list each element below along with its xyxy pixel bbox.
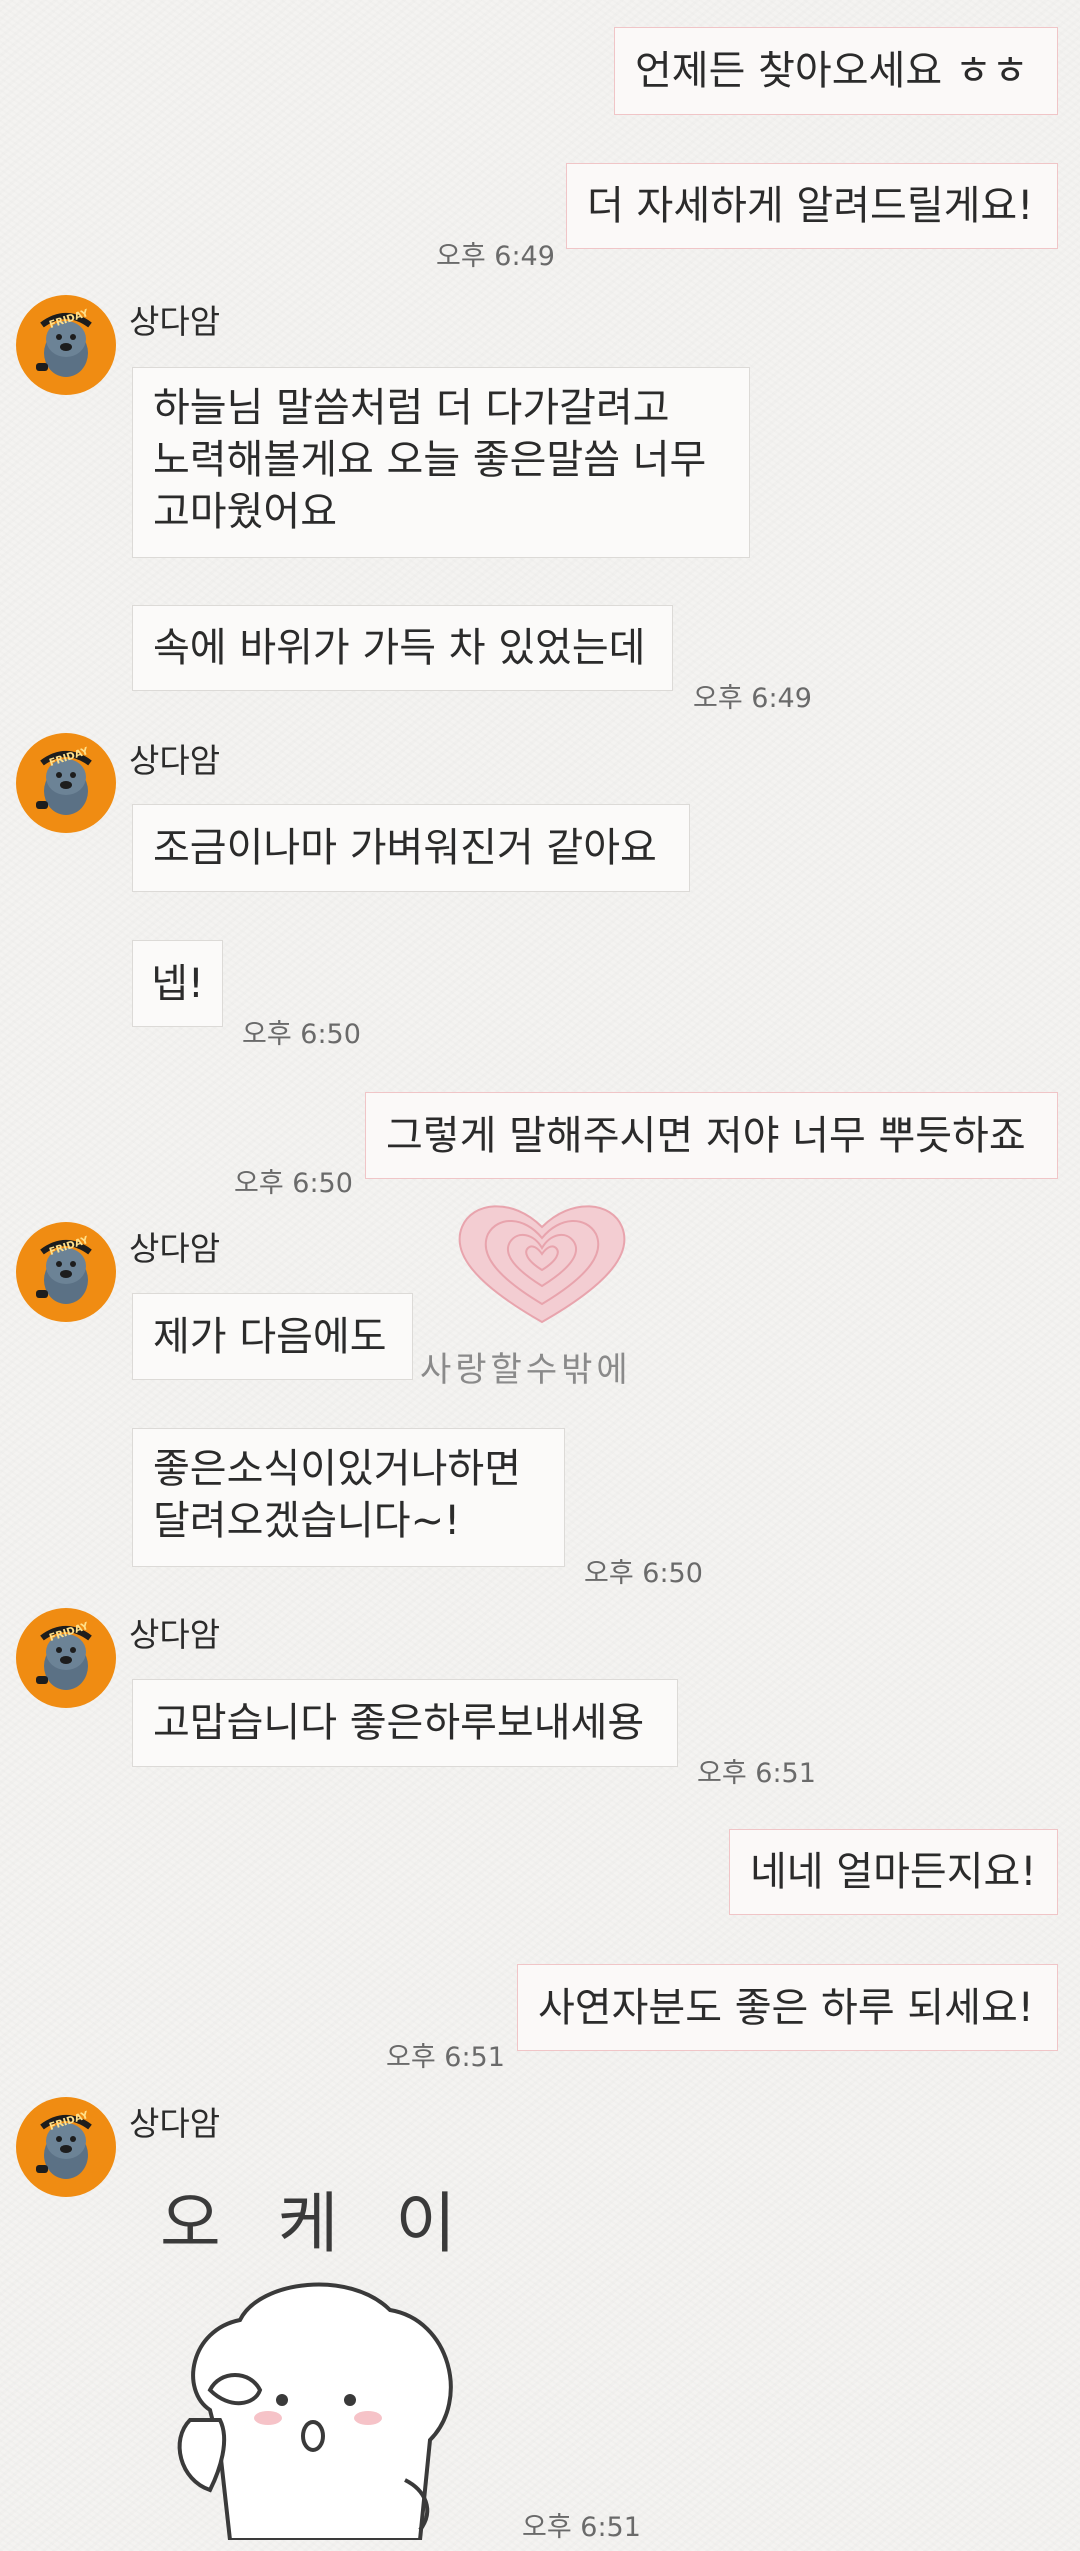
avatar[interactable]: FRIDAY	[16, 733, 116, 833]
message-text: 사연자분도 좋은 하루 되세요!	[538, 1984, 1034, 2031]
message-text: 달려오겠습니다~!	[153, 1498, 461, 1544]
timestamp: 오후 6:51	[522, 2512, 641, 2543]
okay-sticker[interactable]: 오 케 이	[150, 2160, 500, 2540]
sender-name: 상다암	[129, 2104, 221, 2143]
received-message-bubble[interactable]: 넵!	[132, 940, 223, 1027]
received-message-bubble[interactable]: 고맙습니다 좋은하루보내세용	[132, 1679, 678, 1767]
message-text: 그렇게 말해주시면 저야 너무 뿌듯하죠	[386, 1112, 1026, 1159]
friday-character-icon: FRIDAY	[36, 308, 92, 377]
sender-name: 상다암	[129, 1229, 221, 1268]
stamp-text: 사랑할수밖에	[420, 1350, 632, 1390]
sender-name: 상다암	[129, 302, 221, 341]
timestamp: 오후 6:49	[436, 241, 555, 272]
timestamp: 오후 6:50	[242, 1019, 361, 1050]
friday-character-icon: FRIDAY	[36, 2110, 92, 2179]
received-message-bubble[interactable]: 속에 바위가 가득 차 있었는데	[132, 605, 673, 691]
puppy-character-icon	[177, 2282, 453, 2540]
message-text: 언제든 찾아오세요 ㅎㅎ	[635, 48, 1029, 94]
message-text: 네네 얼마든지요!	[750, 1849, 1037, 1895]
avatar[interactable]: FRIDAY	[16, 1608, 116, 1708]
timestamp: 오후 6:49	[693, 683, 812, 714]
message-text: 좋은소식이있거나하면	[153, 1446, 521, 1492]
received-message-bubble[interactable]: 조금이나마 가벼워진거 같아요	[132, 804, 690, 892]
friday-character-icon: FRIDAY	[36, 1235, 92, 1304]
message-text: 하늘님 말씀처럼 더 다가갈려고	[153, 385, 670, 431]
my-message-bubble[interactable]: 사연자분도 좋은 하루 되세요!	[517, 1964, 1058, 2051]
my-message-bubble[interactable]: 언제든 찾아오세요 ㅎㅎ	[614, 27, 1058, 115]
timestamp: 오후 6:50	[584, 1558, 703, 1589]
timestamp: 오후 6:50	[234, 1168, 353, 1199]
message-text: 노력해볼게요 오늘 좋은말씀 너무	[153, 437, 707, 483]
sender-name: 상다암	[129, 741, 221, 780]
received-message-bubble[interactable]: 좋은소식이있거나하면 달려오겠습니다~!	[132, 1428, 565, 1567]
message-text: 고맙습니다 좋은하루보내세용	[153, 1700, 645, 1746]
received-message-bubble[interactable]: 하늘님 말씀처럼 더 다가갈려고 노력해볼게요 오늘 좋은말씀 너무 고마웠어요	[132, 367, 750, 558]
message-text: 고마웠어요	[153, 489, 337, 535]
message-text: 제가 다음에도	[153, 1313, 387, 1360]
timestamp: 오후 6:51	[386, 2042, 505, 2073]
message-text: 조금이나마 가벼워진거 같아요	[153, 825, 657, 871]
message-text: 더 자세하게 알려드릴게요!	[587, 183, 1034, 229]
heart-fingerprint-stamp: 사랑할수밖에	[412, 1192, 672, 1397]
received-message-bubble[interactable]: 제가 다음에도	[132, 1293, 413, 1380]
heart-icon	[458, 1205, 626, 1324]
avatar[interactable]: FRIDAY	[16, 295, 116, 395]
friday-character-icon: FRIDAY	[36, 746, 92, 815]
my-message-bubble[interactable]: 그렇게 말해주시면 저야 너무 뿌듯하죠	[365, 1092, 1058, 1179]
my-message-bubble[interactable]: 네네 얼마든지요!	[729, 1829, 1058, 1915]
avatar[interactable]: FRIDAY	[16, 2097, 116, 2197]
sender-name: 상다암	[129, 1615, 221, 1654]
message-text: 넵!	[151, 960, 204, 1007]
timestamp: 오후 6:51	[697, 1758, 816, 1789]
avatar[interactable]: FRIDAY	[16, 1222, 116, 1322]
my-message-bubble[interactable]: 더 자세하게 알려드릴게요!	[566, 163, 1058, 249]
friday-character-icon: FRIDAY	[36, 1621, 92, 1690]
message-text: 속에 바위가 가득 차 있었는데	[153, 625, 646, 671]
